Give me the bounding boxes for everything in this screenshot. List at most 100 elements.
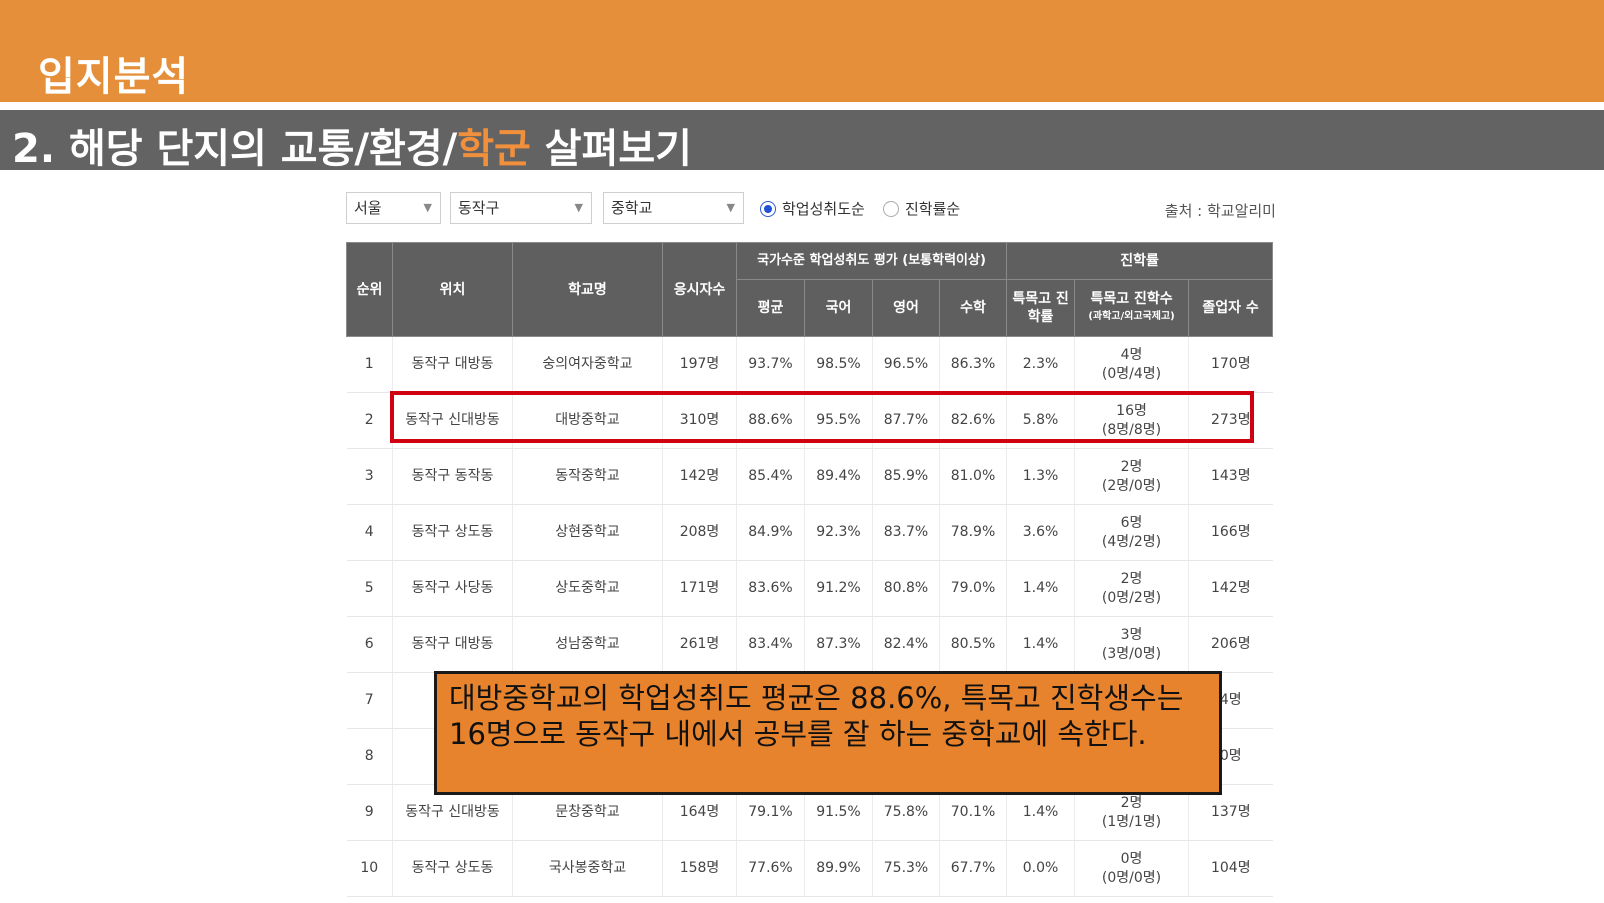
header-special-count-sub: (과학고/외고국제고) — [1088, 311, 1175, 322]
header-korean: 국어 — [804, 279, 873, 337]
cell-school: 상현중학교 — [512, 504, 663, 561]
cell-math: 80.5% — [938, 616, 1007, 673]
cell-korean: 91.2% — [804, 560, 873, 617]
cell-special-rate: 1.3% — [1006, 448, 1075, 505]
header-math: 수학 — [938, 279, 1008, 337]
cell-math: 67.7% — [938, 840, 1007, 897]
cell-special-rate: 1.4% — [1006, 560, 1075, 617]
chevron-down-icon: ▼ — [423, 201, 432, 214]
radio-unselected-icon — [883, 201, 899, 217]
cell-avg: 83.4% — [736, 616, 805, 673]
cell-avg: 85.4% — [736, 448, 805, 505]
cell-special-count: 3명 (3명/0명) — [1074, 616, 1189, 673]
cell-graduates: 142명 — [1188, 560, 1273, 617]
cell-english: 75.3% — [872, 840, 940, 897]
section-heading-prefix: 2. 해당 단지의 교통/환경/ — [12, 126, 458, 172]
table-row: 4 동작구 상도동 상현중학교 208명 84.9% 92.3% 83.7% 78.9% 3.6… — [346, 504, 1273, 561]
table-row: 3 동작구 동작동 동작중학교 142명 85.4% 89.4% 85.9% 81.0% 1.3… — [346, 448, 1273, 505]
header-advancement-group: 진학률 — [1006, 242, 1274, 280]
cell-avg: 83.6% — [736, 560, 805, 617]
header-examinees: 응시자수 — [662, 242, 737, 337]
cell-english: 83.7% — [872, 504, 940, 561]
cell-graduates: 143명 — [1188, 448, 1273, 505]
sort-radio-achievement[interactable]: 학업성취도순 — [760, 198, 865, 219]
cell-special-rate: 2.3% — [1006, 336, 1075, 393]
sort-radio-advancement[interactable]: 진학률순 — [883, 198, 960, 219]
cell-location: 동작구 대방동 — [392, 336, 513, 393]
cell-graduates: 166명 — [1188, 504, 1273, 561]
filter-bar: 서울 ▼ 동작구 ▼ 중학교 ▼ 학업성취도순 진학률순 출처 : 학교알리미 — [346, 192, 1276, 226]
cell-avg: 77.6% — [736, 840, 805, 897]
cell-korean: 87.3% — [804, 616, 873, 673]
header-avg: 평균 — [736, 279, 805, 337]
cell-special-count-value: 2명 — [1120, 570, 1143, 587]
cell-special-rate: 3.6% — [1006, 504, 1075, 561]
district-select[interactable]: 동작구 ▼ — [450, 192, 592, 224]
cell-special-count-detail: (0명/2명) — [1101, 589, 1162, 606]
section-heading: 2. 해당 단지의 교통/환경/학군 살펴보기 — [12, 116, 692, 174]
cell-examinees: 261명 — [662, 616, 737, 673]
cell-rank: 3 — [346, 448, 393, 505]
district-select-value: 동작구 — [458, 199, 500, 217]
cell-english: 82.4% — [872, 616, 940, 673]
table-row: 10 동작구 상도동 국사봉중학교 158명 77.6% 89.9% 75.3% 67.7% 0… — [346, 840, 1273, 897]
cell-special-count-detail: (2명/0명) — [1101, 477, 1162, 494]
cell-math: 86.3% — [938, 336, 1007, 393]
cell-location: 동작구 동작동 — [392, 448, 513, 505]
header-special-count-label: 특목고 진학수 — [1090, 291, 1173, 307]
school-level-select-value: 중학교 — [611, 199, 653, 217]
cell-special-count-detail: (4명/2명) — [1101, 533, 1162, 550]
sort-radio-advancement-label: 진학률순 — [905, 200, 961, 218]
cell-special-count-detail: (0명/4명) — [1101, 365, 1162, 382]
cell-graduates: 206명 — [1188, 616, 1273, 673]
cell-special-count: 6명 (4명/2명) — [1074, 504, 1189, 561]
cell-rank: 1 — [346, 336, 393, 393]
cell-rank: 2 — [346, 392, 393, 449]
section-banner: 2. 해당 단지의 교통/환경/학군 살펴보기 — [0, 110, 1604, 172]
header-special-count: 특목고 진학수 (과학고/외고국제고) — [1074, 279, 1190, 337]
region-select[interactable]: 서울 ▼ — [346, 192, 441, 224]
cell-rank: 4 — [346, 504, 393, 561]
cell-korean: 92.3% — [804, 504, 873, 561]
cell-location: 동작구 상도동 — [392, 840, 513, 897]
table-row: 5 동작구 사당동 상도중학교 171명 83.6% 91.2% 80.8% 79.0% 1.4… — [346, 560, 1273, 617]
cell-english: 80.8% — [872, 560, 940, 617]
cell-school: 국사봉중학교 — [512, 840, 663, 897]
cell-special-count-value: 3명 — [1120, 626, 1143, 643]
cell-korean: 89.4% — [804, 448, 873, 505]
cell-special-count: 2명 (0명/2명) — [1074, 560, 1189, 617]
callout-box: 대방중학교의 학업성취도 평균은 88.6%, 특목고 진학생수는 16명으로 … — [434, 671, 1222, 795]
cell-examinees: 197명 — [662, 336, 737, 393]
header-english: 영어 — [872, 279, 940, 337]
sort-radio-achievement-label: 학업성취도순 — [782, 200, 865, 218]
cell-rank: 5 — [346, 560, 393, 617]
table-row: 6 동작구 대방동 성남중학교 261명 83.4% 87.3% 82.4% 80.5% 1.4… — [346, 616, 1273, 673]
chevron-down-icon: ▼ — [574, 201, 583, 214]
cell-school: 숭의여자중학교 — [512, 336, 663, 393]
cell-special-count-value: 6명 — [1120, 514, 1143, 531]
cell-rank: 10 — [346, 840, 393, 897]
radio-selected-icon — [760, 201, 776, 217]
cell-math: 79.0% — [938, 560, 1007, 617]
header-school: 학교명 — [512, 242, 663, 337]
school-ranking-table: 순위 위치 학교명 응시자수 국가수준 학업성취도 평가 (보통학력이상) 진학… — [346, 242, 1274, 897]
cell-special-rate: 0.0% — [1006, 840, 1075, 897]
cell-examinees: 142명 — [662, 448, 737, 505]
cell-graduates: 170명 — [1188, 336, 1273, 393]
cell-special-count: 4명 (0명/4명) — [1074, 336, 1189, 393]
chevron-down-icon: ▼ — [726, 201, 735, 214]
cell-special-count-detail: (1명/1명) — [1101, 813, 1162, 830]
school-level-select[interactable]: 중학교 ▼ — [603, 192, 744, 224]
cell-special-count: 2명 (2명/0명) — [1074, 448, 1189, 505]
cell-english: 85.9% — [872, 448, 940, 505]
header-location: 위치 — [392, 242, 513, 337]
cell-location: 동작구 상도동 — [392, 504, 513, 561]
header-graduates: 졸업자 수 — [1188, 279, 1274, 337]
header-rank: 순위 — [346, 242, 393, 337]
cell-school: 동작중학교 — [512, 448, 663, 505]
cell-rank: 7 — [346, 672, 393, 729]
cell-special-count-value: 0명 — [1120, 850, 1143, 867]
cell-special-rate: 1.4% — [1006, 616, 1075, 673]
cell-special-count-detail: (3명/0명) — [1101, 645, 1162, 662]
cell-school: 성남중학교 — [512, 616, 663, 673]
